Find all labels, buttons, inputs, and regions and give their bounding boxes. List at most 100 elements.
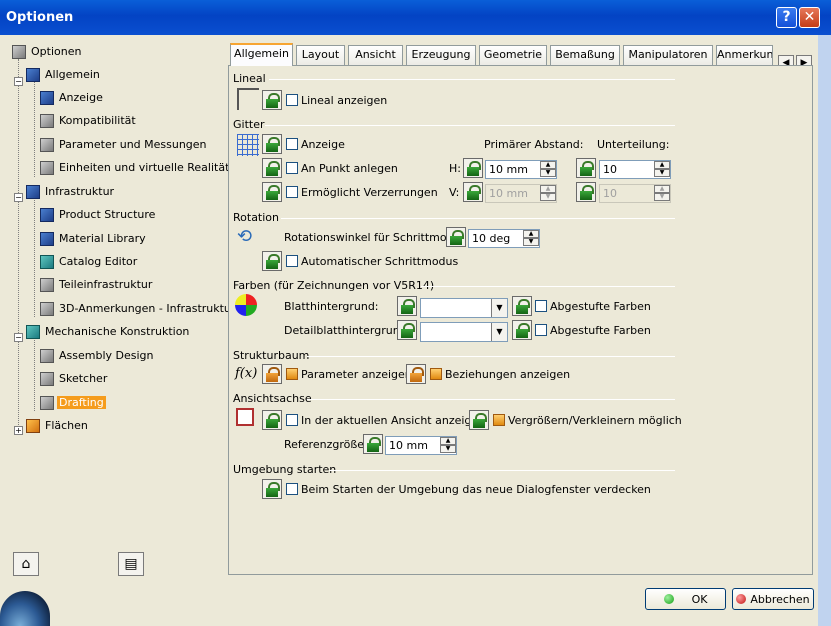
h-subdivision-up-icon[interactable]: ▲ <box>654 161 670 169</box>
v-spacing-spinner[interactable]: 10 mm ▲ ▼ <box>485 184 557 203</box>
cancel-button[interactable]: Abbrechen <box>732 588 814 610</box>
parameter-anzeigen-checkbox[interactable] <box>286 368 298 380</box>
h-spacing-spinner[interactable]: 10 mm ▲ ▼ <box>485 160 557 179</box>
v-spacing-up-icon[interactable]: ▲ <box>540 185 556 193</box>
zoom-checkbox[interactable] <box>493 414 505 426</box>
rotationswinkel-up-icon[interactable]: ▲ <box>523 230 539 238</box>
tab-erzeugung[interactable]: Erzeugung <box>406 45 476 65</box>
export-icon: ▤ <box>124 556 138 572</box>
tree-item-3d-anmerkungen[interactable]: 3D-Anmerkungen - Infrastruktur <box>40 299 237 318</box>
tree-item-drafting[interactable]: Drafting <box>40 393 106 412</box>
v-subdivision-spinner[interactable]: 10 ▲ ▼ <box>599 184 671 203</box>
color-wheel-icon <box>235 294 257 316</box>
referenzgroesse-spinner[interactable]: 10 mm ▲ ▼ <box>385 436 457 455</box>
blatthintergrund-color-dropdown[interactable]: ▼ <box>420 298 508 318</box>
tab-anmerkung[interactable]: Anmerkung <box>716 45 773 65</box>
referenzgroesse-up-icon[interactable]: ▲ <box>440 437 456 445</box>
tree-item-kompatibilitaet[interactable]: Kompatibilität <box>40 111 138 130</box>
tree-item-optionen[interactable]: Optionen <box>12 42 83 61</box>
referenzgroesse-lock-icon[interactable] <box>363 434 383 454</box>
h-subdivision-spinner[interactable]: 10 ▲ ▼ <box>599 160 671 179</box>
gitter-anzeige-checkbox[interactable] <box>286 138 298 150</box>
tab-geometrie[interactable]: Geometrie <box>479 45 547 65</box>
ok-button[interactable]: OK <box>645 588 726 610</box>
ruler-icon <box>237 88 259 110</box>
close-button[interactable]: ✕ <box>799 7 820 28</box>
rotationswinkel-spinner[interactable]: 10 deg ▲ ▼ <box>468 229 540 248</box>
rotationswinkel-down-icon[interactable]: ▼ <box>523 238 539 246</box>
tree-item-anzeige[interactable]: Anzeige <box>40 88 105 107</box>
ansicht-anzeigen-checkbox[interactable] <box>286 414 298 426</box>
v-subdivision-up-icon[interactable]: ▲ <box>654 185 670 193</box>
v-spacing-lock-icon[interactable] <box>463 182 483 202</box>
beziehungen-lock-icon[interactable] <box>406 364 426 384</box>
tab-manipulatoren[interactable]: Manipulatoren <box>623 45 713 65</box>
tree-item-mechanische-konstruktion[interactable]: Mechanische Konstruktion <box>26 322 191 341</box>
tree-item-flaechen[interactable]: Flächen <box>26 416 90 435</box>
parameter-anzeigen-label: Parameter anzeigen <box>301 368 412 381</box>
tree-item-einheiten[interactable]: Einheiten und virtuelle Realität <box>40 158 231 177</box>
abgestufte-farben-2-checkbox[interactable] <box>535 324 547 336</box>
tree-item-infrastruktur[interactable]: Infrastruktur <box>26 182 116 201</box>
ok-icon <box>663 594 674 604</box>
abgestufte-1-lock-icon[interactable] <box>512 296 532 316</box>
detailblatt-dropdown-arrow-icon[interactable]: ▼ <box>491 323 507 341</box>
blatthintergrund-lock-icon[interactable] <box>397 296 417 316</box>
general-icon <box>26 67 40 82</box>
tree-item-assembly-design[interactable]: Assembly Design <box>40 346 156 365</box>
rotationswinkel-lock-icon[interactable] <box>446 227 466 247</box>
umgebung-checkbox[interactable] <box>286 483 298 495</box>
lineal-lock-icon[interactable] <box>262 90 282 110</box>
tree-item-teileinfrastruktur[interactable]: Teileinfrastruktur <box>40 275 154 294</box>
h-subdivision-down-icon[interactable]: ▼ <box>654 169 670 177</box>
tab-layout[interactable]: Layout <box>296 45 345 65</box>
help-button[interactable]: ? <box>776 7 797 28</box>
tree-item-parameter[interactable]: Parameter und Messungen <box>40 135 209 154</box>
zoom-lock-icon[interactable] <box>469 410 489 430</box>
v-subdivision-down-icon[interactable]: ▼ <box>654 193 670 201</box>
blatthintergrund-dropdown-arrow-icon[interactable]: ▼ <box>491 299 507 317</box>
export-options-button[interactable]: ▤ <box>118 552 144 576</box>
tab-bemassung[interactable]: Bemaßung <box>550 45 620 65</box>
expand-flaechen-icon[interactable]: + <box>14 426 23 435</box>
ansicht-anzeigen-lock-icon[interactable] <box>262 410 282 430</box>
gitter-anzeige-lock-icon[interactable] <box>262 134 282 154</box>
h-subdivision-lock-icon[interactable] <box>576 158 596 178</box>
auto-schritt-lock-icon[interactable] <box>262 251 282 271</box>
beziehungen-anzeigen-checkbox[interactable] <box>430 368 442 380</box>
tree-item-material-library[interactable]: Material Library <box>40 229 148 248</box>
verzerrungen-checkbox[interactable] <box>286 186 298 198</box>
v-subdivision-lock-icon[interactable] <box>576 182 596 202</box>
v-label: V: <box>449 186 460 199</box>
umgebung-lock-icon[interactable] <box>262 479 282 499</box>
abgestufte-farben-1-checkbox[interactable] <box>535 300 547 312</box>
abgestufte-2-lock-icon[interactable] <box>512 320 532 340</box>
an-punkt-anlegen-checkbox[interactable] <box>286 162 298 174</box>
expand-mechanik-icon[interactable]: − <box>14 333 23 342</box>
expand-allgemein-icon[interactable]: − <box>14 77 23 86</box>
detailblatt-lock-icon[interactable] <box>397 320 417 340</box>
parameter-lock-icon[interactable] <box>262 364 282 384</box>
referenzgroesse-label: Referenzgröße: <box>284 438 368 451</box>
sketcher-icon <box>40 371 54 386</box>
auto-schritt-checkbox[interactable] <box>286 255 298 267</box>
zoom-label: Vergrößern/Verkleinern möglich <box>508 414 682 427</box>
v-spacing-down-icon[interactable]: ▼ <box>540 193 556 201</box>
h-spacing-down-icon[interactable]: ▼ <box>540 169 556 177</box>
tab-ansicht[interactable]: Ansicht <box>348 45 403 65</box>
tree-item-product-structure[interactable]: Product Structure <box>40 205 157 224</box>
gitter-distortion-lock-icon[interactable] <box>262 182 282 202</box>
referenzgroesse-down-icon[interactable]: ▼ <box>440 445 456 453</box>
h-spacing-up-icon[interactable]: ▲ <box>540 161 556 169</box>
gitter-snap-lock-icon[interactable] <box>262 158 282 178</box>
allgemein-panel: Lineal Lineal anzeigen Gitter Anzeige Pr… <box>228 65 813 575</box>
expand-infrastruktur-icon[interactable]: − <box>14 193 23 202</box>
reset-options-button[interactable]: ⌂ <box>13 552 39 576</box>
tab-allgemein[interactable]: Allgemein <box>230 43 293 66</box>
detailblatt-color-dropdown[interactable]: ▼ <box>420 322 508 342</box>
tree-item-sketcher[interactable]: Sketcher <box>40 369 109 388</box>
h-spacing-lock-icon[interactable] <box>463 158 483 178</box>
tree-item-catalog-editor[interactable]: Catalog Editor <box>40 252 139 271</box>
lineal-anzeigen-checkbox[interactable] <box>286 94 298 106</box>
tree-item-allgemein[interactable]: Allgemein <box>26 65 102 84</box>
